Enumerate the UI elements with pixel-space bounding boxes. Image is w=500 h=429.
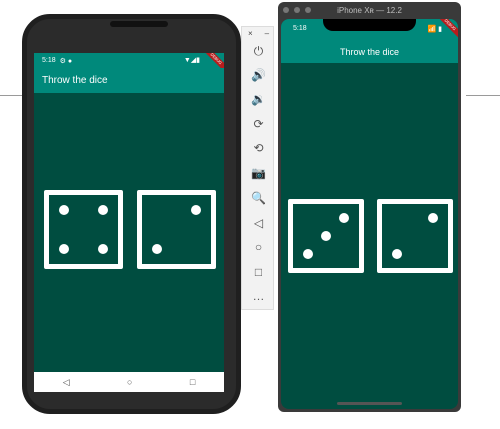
dice-pip [59, 243, 70, 254]
android-app-bar: Throw the dice [34, 68, 224, 93]
android-status-bar: 5:18 ⚙ ● ▼◢▮ [34, 53, 224, 68]
dice-pip [339, 213, 350, 224]
ios-app-bar: Throw the dice [281, 41, 458, 63]
dice-pip [190, 205, 201, 216]
status-time: 5:18 [293, 25, 307, 32]
android-screen: 5:18 ⚙ ● ▼◢▮ DEBUG Throw the dice ◁ ○ □ [34, 53, 224, 392]
dice-pip [428, 213, 439, 224]
dice-pip [152, 243, 163, 254]
dice-pip [321, 231, 331, 241]
dice-pip [97, 205, 108, 216]
emulator-toolbar: × – ⏻ 🔊 🔉 ⟳ ⟲ 📷 🔍 ◁ ○ □ … [241, 26, 274, 310]
rotate-left-icon[interactable]: ⟳ [246, 114, 271, 134]
app-title: Throw the dice [42, 75, 108, 86]
android-nav-bar: ◁ ○ □ [34, 372, 224, 392]
left-dice-button[interactable] [44, 190, 123, 269]
volume-down-icon[interactable]: 🔉 [246, 89, 271, 109]
left-dice-button[interactable] [288, 199, 364, 273]
status-icons: ⚙ ● [59, 57, 73, 65]
background-divider [466, 95, 500, 96]
window-title: iPhone Xʀ — 12.2 [337, 6, 402, 15]
zoom-icon[interactable]: 🔍 [246, 188, 271, 208]
rotate-right-icon[interactable]: ⟲ [246, 138, 271, 158]
ios-screen: 5:18 📶 ▮ DEBUG Throw the dice [281, 19, 458, 409]
home-indicator [337, 402, 402, 405]
dice-pip [97, 243, 108, 254]
right-dice-button[interactable] [377, 199, 453, 273]
recents-icon[interactable]: □ [190, 377, 195, 387]
minimize-icon[interactable]: – [265, 29, 269, 38]
volume-up-icon[interactable]: 🔊 [246, 65, 271, 85]
debug-banner: DEBUG [436, 19, 458, 41]
home-icon[interactable]: ○ [246, 237, 271, 257]
close-icon[interactable]: × [248, 29, 253, 38]
dice-pip [391, 248, 402, 259]
android-dice-area [34, 93, 224, 372]
desktop: 5:18 ⚙ ● ▼◢▮ DEBUG Throw the dice ◁ ○ □ … [0, 0, 500, 429]
status-signal-icons: ▼◢▮ [183, 57, 200, 64]
overview-icon[interactable]: □ [246, 262, 271, 282]
home-icon[interactable]: ○ [127, 377, 132, 387]
status-time: 5:18 [42, 57, 56, 64]
camera-icon[interactable]: 📷 [246, 163, 271, 183]
power-icon[interactable]: ⏻ [246, 41, 271, 61]
back-icon[interactable]: ◁ [246, 213, 271, 233]
ios-titlebar: iPhone Xʀ — 12.2 [278, 2, 461, 18]
app-title: Throw the dice [339, 47, 400, 57]
right-dice-button[interactable] [137, 190, 216, 269]
more-icon[interactable]: … [246, 286, 271, 306]
notch [323, 19, 416, 31]
background-divider [0, 95, 22, 96]
dice-pip [59, 205, 70, 216]
dice-pip [302, 248, 313, 259]
back-icon[interactable]: ◁ [63, 377, 70, 388]
android-speaker [110, 21, 168, 27]
ios-simulator-window: iPhone Xʀ — 12.2 5:18 📶 ▮ DEBUG Throw th… [278, 2, 461, 412]
ios-status-bar: 5:18 📶 ▮ [281, 19, 458, 41]
